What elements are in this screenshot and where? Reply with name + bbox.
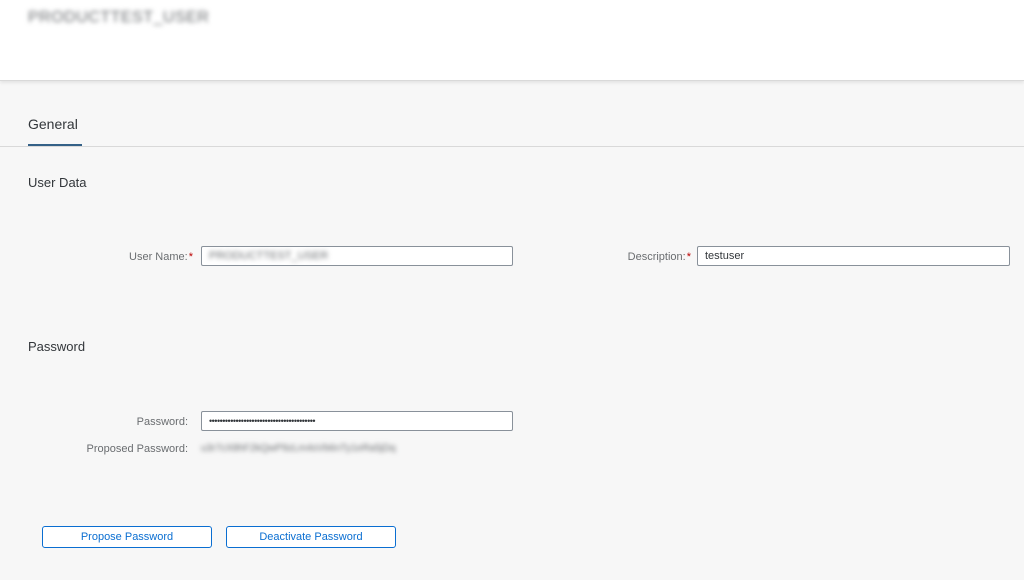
user-name-value: PRODUCTTEST_USER bbox=[209, 250, 329, 262]
tab-bar: General bbox=[0, 81, 1024, 147]
password-section-title: Password bbox=[28, 339, 86, 354]
user-name-label: User Name:* bbox=[129, 251, 193, 263]
deactivate-password-button[interactable]: Deactivate Password bbox=[226, 526, 396, 548]
tab-general[interactable]: General bbox=[28, 116, 78, 132]
propose-password-button[interactable]: Propose Password bbox=[42, 526, 212, 548]
description-label-text: Description: bbox=[627, 251, 686, 263]
user-name-field[interactable]: PRODUCTTEST_USER bbox=[201, 246, 513, 266]
required-marker: * bbox=[686, 251, 691, 263]
proposed-password-label: Proposed Password: bbox=[86, 443, 189, 455]
page-header: PRODUCTTEST_USER bbox=[0, 0, 1024, 81]
description-label: Description:* bbox=[628, 251, 691, 263]
password-label: Password: bbox=[136, 416, 188, 428]
password-value: •••••••••••••••••••••••••••••••••••••••• bbox=[209, 416, 316, 426]
description-value: testuser bbox=[705, 250, 745, 262]
page-title: PRODUCTTEST_USER bbox=[28, 9, 210, 26]
required-marker: * bbox=[188, 251, 193, 263]
tab-active-indicator bbox=[28, 144, 82, 146]
password-field[interactable]: •••••••••••••••••••••••••••••••••••••••• bbox=[201, 411, 513, 431]
user-data-section-title: User Data bbox=[28, 175, 87, 190]
user-name-label-text: User Name: bbox=[129, 251, 188, 263]
proposed-password-value: u3r7cX8hF2kQwP9zLm4sVb6nTy1eRa5jDq bbox=[201, 443, 396, 454]
description-field[interactable]: testuser bbox=[697, 246, 1010, 266]
